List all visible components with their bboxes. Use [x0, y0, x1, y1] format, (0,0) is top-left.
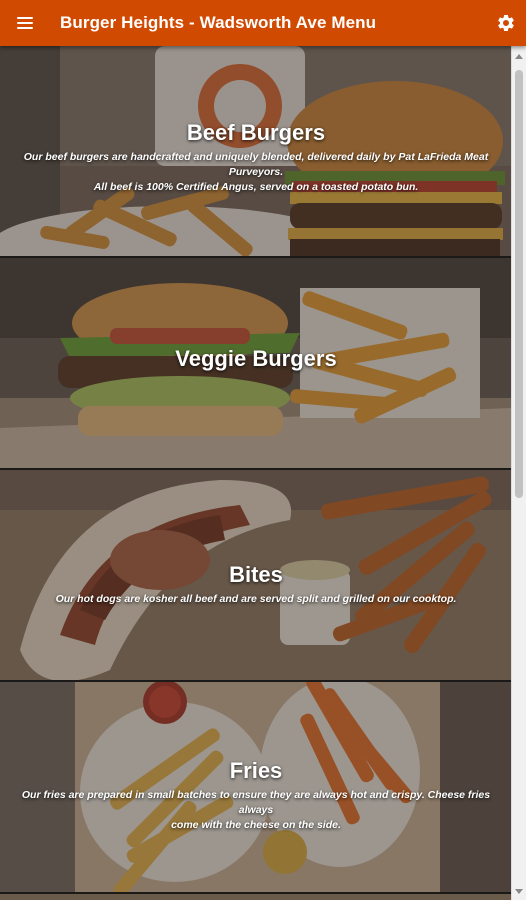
category-veggie-burgers[interactable]: Veggie Burgers	[0, 258, 512, 470]
scroll-up-arrow-icon[interactable]	[515, 54, 523, 59]
category-description: Our beef burgers are handcrafted and uni…	[23, 151, 489, 193]
menu-button[interactable]	[10, 8, 40, 38]
category-title: Fries	[229, 758, 283, 783]
scroll-down-arrow-icon[interactable]	[515, 889, 523, 894]
scrollbar-thumb[interactable]	[515, 70, 523, 498]
category-text: Veggie Burgers	[0, 346, 512, 372]
settings-button[interactable]	[492, 9, 520, 37]
category-title: Veggie Burgers	[175, 346, 337, 371]
gear-icon	[498, 14, 514, 31]
category-text: Fries Our fries are prepared in small ba…	[0, 758, 512, 833]
category-bites[interactable]: Bites Our hot dogs are kosher all beef a…	[0, 470, 512, 682]
category-list: Beef Burgers Our beef burgers are handcr…	[0, 46, 512, 900]
app-bar: Burger Heights - Wadsworth Ave Menu	[0, 0, 526, 46]
scrollbar[interactable]	[511, 46, 526, 900]
page-title: Burger Heights - Wadsworth Ave Menu	[60, 13, 377, 32]
category-beef-burgers[interactable]: Beef Burgers Our beef burgers are handcr…	[0, 46, 512, 258]
category-description: Our fries are prepared in small batches …	[21, 789, 491, 831]
category-text: Beef Burgers Our beef burgers are handcr…	[0, 120, 512, 195]
category-description: Our hot dogs are kosher all beef and are…	[55, 593, 457, 605]
category-text: Bites Our hot dogs are kosher all beef a…	[0, 562, 512, 607]
category-title: Beef Burgers	[186, 120, 326, 145]
next-category-peek	[0, 894, 512, 900]
category-fries[interactable]: Fries Our fries are prepared in small ba…	[0, 682, 512, 894]
hamburger-menu-icon	[17, 17, 33, 29]
category-title: Bites	[229, 562, 283, 587]
